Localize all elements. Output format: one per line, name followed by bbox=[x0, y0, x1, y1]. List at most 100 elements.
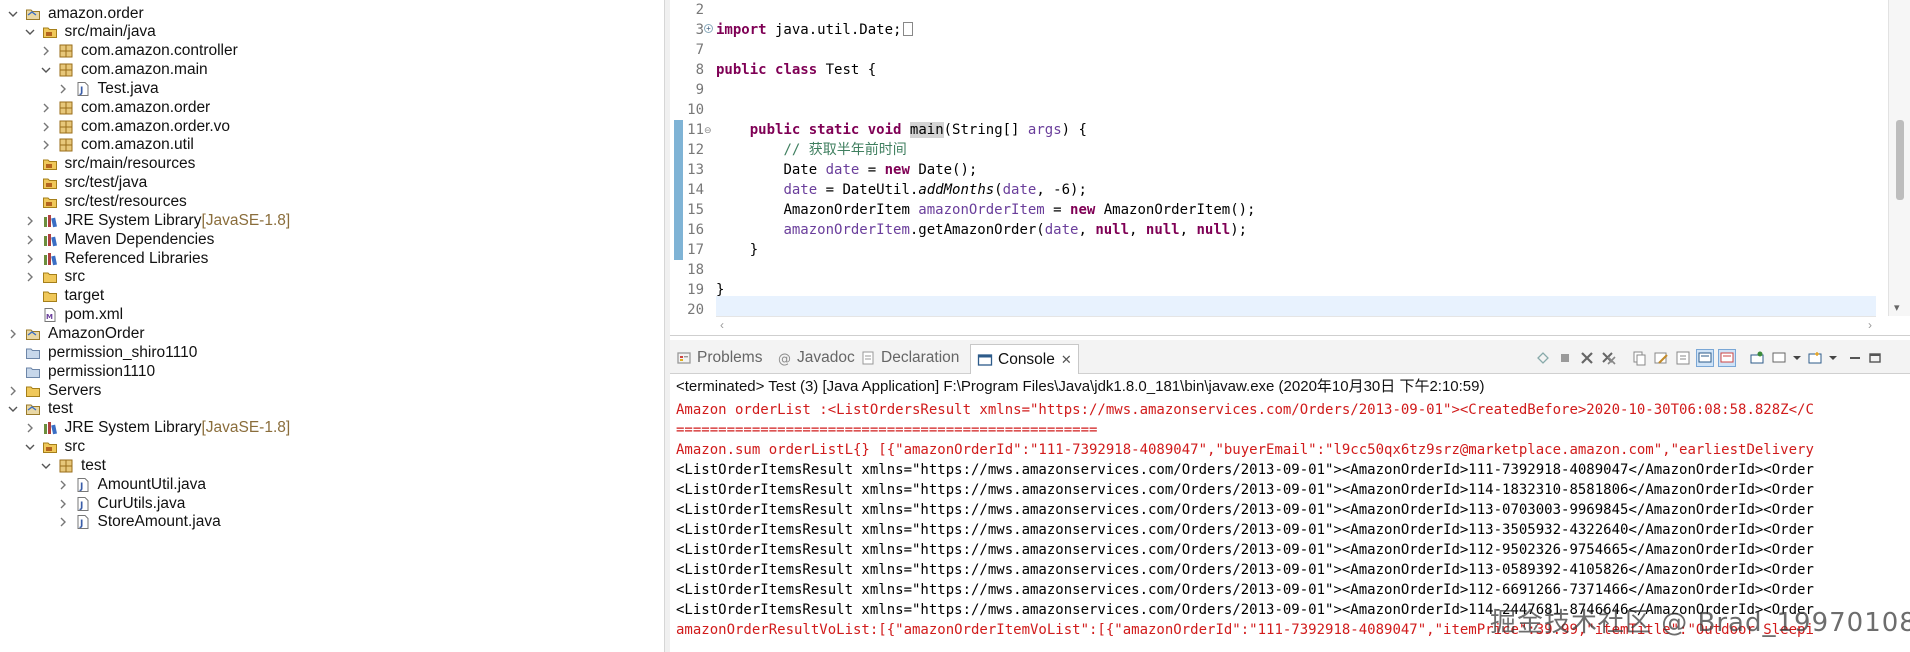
code-line-close-method[interactable]: } bbox=[716, 240, 758, 260]
java-file-icon: J bbox=[74, 513, 92, 531]
closed-project-icon bbox=[24, 363, 42, 381]
console-stderr-line[interactable]: ========================================… bbox=[676, 420, 1097, 440]
line-number: 7 bbox=[695, 42, 704, 58]
close-tab-icon[interactable]: ✕ bbox=[1061, 352, 1072, 368]
folder-icon bbox=[41, 268, 59, 286]
copy-icon[interactable] bbox=[1630, 349, 1648, 367]
folded-import-box-icon[interactable] bbox=[903, 22, 914, 36]
chevron-down-icon[interactable] bbox=[23, 25, 37, 39]
show-on-stdout-icon[interactable] bbox=[1696, 349, 1714, 367]
chevron-right-icon[interactable] bbox=[6, 327, 20, 341]
terminate-icon[interactable] bbox=[1556, 349, 1574, 367]
code-line-close-class[interactable]: } bbox=[716, 280, 724, 300]
console-stdout-line[interactable]: <ListOrderItemsResult xmlns="https://mws… bbox=[676, 480, 1814, 500]
pin-console-icon[interactable] bbox=[1748, 349, 1766, 367]
chevron-down-icon[interactable] bbox=[39, 459, 53, 473]
svg-text:M: M bbox=[46, 313, 53, 321]
scroll-down-icon[interactable]: ▾ bbox=[1894, 301, 1900, 314]
tree-item-label: Test.java bbox=[97, 79, 159, 97]
code-line-import[interactable]: import java.util.Date; bbox=[716, 20, 914, 40]
code-line-add-months[interactable]: date = DateUtil.addMonths(date, -6); bbox=[716, 180, 1086, 200]
code-line-main-decl[interactable]: public static void main(String[] args) { bbox=[716, 120, 1087, 140]
chevron-right-icon[interactable] bbox=[56, 515, 70, 529]
chevron-right-icon[interactable] bbox=[23, 252, 37, 266]
package-icon bbox=[57, 118, 75, 136]
tree-item-label: Referenced Libraries bbox=[64, 249, 209, 267]
console-stderr-line[interactable]: Amazon orderList :<ListOrdersResult xmln… bbox=[676, 400, 1814, 420]
scroll-lock-icon[interactable] bbox=[1674, 349, 1692, 367]
tab-problems[interactable]: Problems bbox=[676, 346, 762, 370]
chevron-right-icon[interactable] bbox=[39, 101, 53, 115]
chevron-right-icon[interactable] bbox=[39, 44, 53, 58]
chevron-right-icon[interactable] bbox=[23, 233, 37, 247]
chevron-down-icon[interactable] bbox=[39, 63, 53, 77]
code-text: = DateUtil. bbox=[817, 182, 919, 198]
remove-all-terminated-icon[interactable] bbox=[1600, 349, 1618, 367]
console-stderr-line[interactable]: Amazon.sum orderListL{} [{"amazonOrderId… bbox=[676, 440, 1814, 460]
tree-item[interactable]: J StoreAmount.java bbox=[56, 511, 221, 534]
tree-item-label: src/main/java bbox=[64, 23, 156, 41]
remove-terminated-icon[interactable] bbox=[1578, 349, 1596, 367]
fold-collapse-icon[interactable]: ⊖ bbox=[704, 126, 713, 135]
code-line-comment[interactable]: // 获取半年前时间 bbox=[716, 140, 906, 160]
scroll-left-icon[interactable]: ‹ bbox=[720, 318, 724, 332]
project-icon bbox=[24, 325, 42, 343]
chevron-right-icon[interactable] bbox=[39, 138, 53, 152]
maximize-icon[interactable] bbox=[1866, 349, 1884, 367]
chevron-right-icon[interactable] bbox=[23, 421, 37, 435]
tab-javadoc[interactable]: @ Javadoc bbox=[776, 346, 855, 370]
package-icon bbox=[57, 99, 75, 117]
code-line-get-amazon-order[interactable]: amazonOrderItem.getAmazonOrder(date, nul… bbox=[716, 220, 1247, 240]
console-stdout-line[interactable]: <ListOrderItemsResult xmlns="https://mws… bbox=[676, 520, 1814, 540]
chevron-down-icon[interactable] bbox=[6, 7, 20, 21]
tree-item-decoration: [JavaSE-1.8] bbox=[201, 419, 291, 437]
chevron-down-icon[interactable] bbox=[6, 402, 20, 416]
code-line-order-item-new[interactable]: AmazonOrderItem amazonOrderItem = new Am… bbox=[716, 200, 1255, 220]
code-line-date-new[interactable]: Date date = new Date(); bbox=[716, 160, 977, 180]
code-text: } bbox=[716, 282, 725, 298]
tab-label: Declaration bbox=[881, 349, 960, 366]
minimize-icon[interactable] bbox=[1846, 349, 1864, 367]
chevron-right-icon[interactable] bbox=[23, 214, 37, 228]
tree-item-label: com.amazon.order bbox=[81, 98, 211, 116]
watermark: 掘金技术社区 @ Brad_19970108118 bbox=[1490, 602, 1910, 639]
show-on-stderr-icon[interactable] bbox=[1718, 349, 1736, 367]
scroll-right-icon[interactable]: › bbox=[1868, 318, 1872, 332]
console-icon bbox=[977, 352, 993, 368]
console-stdout-line[interactable]: <ListOrderItemsResult xmlns="https://mws… bbox=[676, 580, 1814, 600]
console-stdout-line[interactable]: <ListOrderItemsResult xmlns="https://mws… bbox=[676, 500, 1814, 520]
console-stdout-line[interactable]: <ListOrderItemsResult xmlns="https://mws… bbox=[676, 540, 1814, 560]
chevron-right-icon[interactable] bbox=[23, 270, 37, 284]
editor-horizontal-scrollbar[interactable]: ‹ › bbox=[716, 316, 1876, 334]
tree-item-label: test bbox=[48, 400, 73, 418]
open-console-icon[interactable] bbox=[1806, 349, 1824, 367]
package-icon bbox=[57, 136, 75, 154]
tab-declaration[interactable]: Declaration bbox=[860, 346, 959, 370]
chevron-down-icon[interactable] bbox=[23, 440, 37, 454]
chevron-down-icon[interactable] bbox=[1824, 349, 1842, 367]
display-selected-console-icon[interactable] bbox=[1770, 349, 1788, 367]
svg-text:J: J bbox=[79, 519, 83, 529]
keyword: class bbox=[775, 62, 818, 78]
chevron-down-icon[interactable] bbox=[1788, 349, 1806, 367]
tree-item-label: src bbox=[64, 438, 86, 456]
fold-expand-icon[interactable]: + bbox=[704, 24, 713, 33]
console-stdout-line[interactable]: <ListOrderItemsResult xmlns="https://mws… bbox=[676, 560, 1814, 580]
code-text: , bbox=[1179, 222, 1197, 238]
tab-console[interactable]: Console ✕ bbox=[970, 344, 1079, 374]
chevron-right-icon[interactable] bbox=[6, 384, 20, 398]
clear-console-icon[interactable] bbox=[1652, 349, 1670, 367]
chevron-right-icon[interactable] bbox=[56, 82, 70, 96]
console-stdout-line[interactable]: <ListOrderItemsResult xmlns="https://mws… bbox=[676, 460, 1814, 480]
tree-item-label: JRE System Library bbox=[64, 211, 202, 229]
chevron-right-icon[interactable] bbox=[56, 497, 70, 511]
editor-scroll-thumb[interactable] bbox=[1896, 120, 1904, 200]
tree-item-label: test bbox=[81, 456, 106, 474]
chevron-right-icon[interactable] bbox=[39, 120, 53, 134]
java-editor[interactable]: + ⊖ 2 3 7 8 9 10 11 12 13 14 15 16 17 18… bbox=[670, 0, 1910, 336]
remove-launch-icon[interactable] bbox=[1534, 349, 1552, 367]
library-icon bbox=[41, 250, 59, 268]
code-line-class-decl[interactable]: public class Test { bbox=[716, 60, 876, 80]
chevron-right-icon[interactable] bbox=[56, 478, 70, 492]
